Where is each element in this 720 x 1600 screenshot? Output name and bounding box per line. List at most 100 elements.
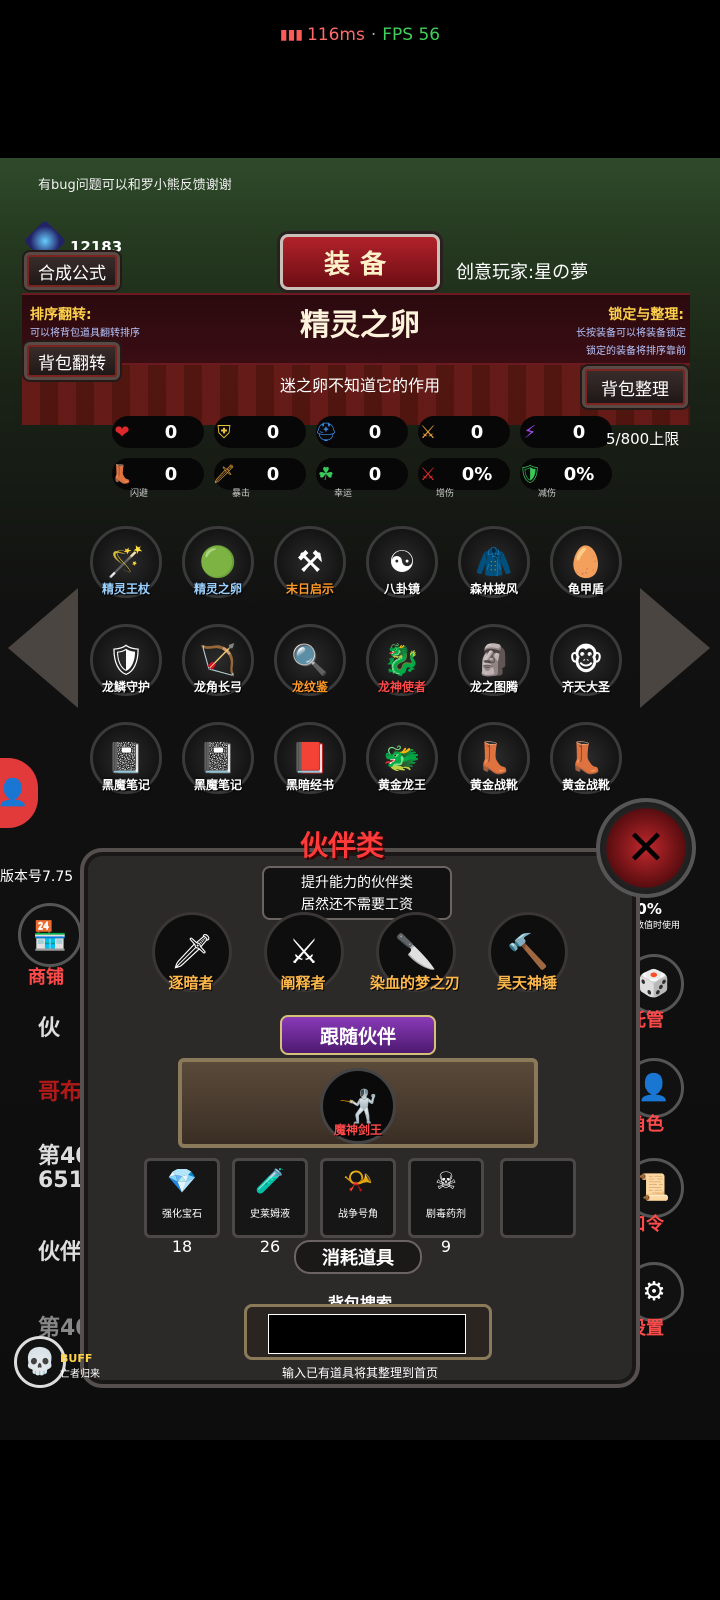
stat-value: 0% — [461, 463, 493, 485]
equipment-slot[interactable]: 🟢 精灵之卵 — [178, 526, 258, 606]
equipment-name: 黄金战靴 — [561, 778, 610, 792]
equipment-slot[interactable]: 📕 黑暗经书 — [270, 722, 350, 802]
stat-value: 0 — [266, 463, 280, 485]
consumable-name: 战争号角 — [338, 1209, 378, 1220]
next-page-arrow[interactable] — [640, 588, 710, 708]
equipment-slot[interactable]: ⚒ 末日启示 — [270, 526, 350, 606]
stat-value: 0 — [470, 421, 484, 443]
heart-icon: ❤ — [114, 421, 130, 443]
follow-companion-icon: 🤺 — [338, 1087, 378, 1125]
consumable-icon: 🧪 — [255, 1167, 285, 1195]
stat-armor: ⛨ 0 — [214, 416, 306, 448]
equipment-grid: 🪄 精灵王杖 🟢 精灵之卵 ⚒ 末日启示 ☯ 八卦镜 🧥 森林披风 🥚 龟甲盾 🛡 龙鳞守护 🏹 龙角长弓 🔍 龙… — [84, 520, 642, 820]
lock-info-sub2: 锁定的装备将排序靠前 — [586, 346, 686, 357]
shop-icon[interactable]: 🏪 — [18, 903, 82, 967]
stat-value: 0 — [368, 421, 382, 443]
stat-crit-blade: 🗡 0 暴击 — [213, 458, 306, 499]
stat-helmet: ⛑ 0 — [315, 416, 408, 448]
stat-heart: ❤ 0 — [112, 416, 204, 448]
consumable-slot[interactable]: 🧪 史莱姆液 26 — [232, 1158, 308, 1256]
prev-page-arrow[interactable] — [8, 588, 78, 708]
page-title: 装备 — [280, 234, 440, 290]
equipment-name: 龙神使者 — [377, 680, 426, 694]
consumable-name: 强化宝石 — [162, 1209, 202, 1220]
stat-label: 暴击 — [232, 489, 251, 499]
stat-label: 增伤 — [436, 489, 455, 499]
version-label: 版本号7.75 — [0, 869, 74, 885]
follow-companion-name: 魔神剑王 — [333, 1123, 382, 1137]
consumable-empty-slot[interactable] — [500, 1158, 576, 1238]
companion-name: 染血的梦之刃 — [369, 974, 460, 992]
equipment-slot[interactable]: 🏹 龙角长弓 — [178, 624, 258, 704]
fps-value: FPS 56 — [382, 25, 441, 45]
equipment-name: 末日启示 — [285, 582, 334, 596]
equipment-name: 黄金龙王 — [377, 778, 426, 792]
bag-flip-button[interactable]: 背包翻转 — [22, 340, 122, 382]
equipment-name: 齐天大圣 — [561, 680, 610, 694]
equipment-slot[interactable]: 🧥 森林披风 — [454, 526, 534, 606]
player-name: 创意玩家:星の夢 — [456, 262, 589, 283]
bg-text: 哥布 — [38, 1080, 83, 1105]
equipment-slot[interactable]: 🥚 龟甲盾 — [546, 526, 626, 606]
stat-lightning: ⚡ 0 — [520, 416, 612, 448]
equipment-slot[interactable]: 🔍 龙纹鉴 — [270, 624, 350, 704]
equipment-slot[interactable]: 🛡 龙鳞守护 — [86, 624, 166, 704]
equipment-name: 黑魔笔记 — [193, 778, 242, 792]
consumable-count: 18 — [171, 1237, 193, 1256]
equipment-name: 龙鳞守护 — [101, 680, 150, 694]
equipment-name: 黑魔笔记 — [101, 778, 150, 792]
shop-label[interactable]: 商铺 — [28, 963, 64, 989]
stat-value: 0 — [368, 463, 382, 485]
consumable-slot[interactable]: 📯战争号角13 — [320, 1158, 396, 1256]
equipment-slot[interactable]: 👢 黄金战靴 — [546, 722, 626, 802]
equipment-name: 黄金战靴 — [469, 778, 518, 792]
consumable-icon: 💎 — [167, 1167, 197, 1195]
equipment-name: 森林披风 — [469, 582, 518, 596]
sword-icon: ⚔ — [419, 421, 437, 443]
consumable-name: 剧毒药剂 — [426, 1209, 466, 1220]
equipment-slot[interactable]: 🐲 黄金龙王 — [362, 722, 442, 802]
notice-text: 有bug问题可以和罗小熊反馈谢谢 — [38, 178, 232, 193]
stat-crossed-swords: ⚔ 0% 增伤 — [418, 458, 510, 499]
bag-capacity: 5/800上限 — [606, 430, 680, 448]
companion-slot[interactable]: 🔨 昊天神锤 — [482, 912, 572, 1002]
companion-slot[interactable]: 🔪 染血的梦之刃 — [370, 912, 460, 1002]
stat-label: 闪避 — [130, 489, 149, 499]
equipment-slot[interactable]: 🐵 齐天大圣 — [546, 624, 626, 704]
close-button[interactable]: ✕ — [596, 798, 696, 898]
equipment-slot[interactable]: 🗿 龙之图腾 — [454, 624, 534, 704]
selected-item-name: 精灵之卵 — [300, 308, 420, 343]
buff-skull-icon[interactable]: 💀 — [14, 1336, 66, 1388]
bag-sort-button[interactable]: 背包整理 — [580, 364, 690, 410]
consumable-slot[interactable]: ☠ 剧毒药剂 9 — [408, 1158, 484, 1256]
ping-value: 116ms — [306, 25, 365, 45]
bg-text: 伙伴 — [38, 1240, 83, 1265]
consumable-icon: 📯 — [343, 1167, 373, 1195]
stat-value: 0 — [572, 421, 586, 443]
user-avatar-icon[interactable]: 👤 — [0, 758, 38, 828]
equipment-slot[interactable]: 📓 黑魔笔记 — [86, 722, 166, 802]
stat-value: 0% — [563, 463, 595, 485]
companion-slot[interactable]: ⚔ 阐释者 — [258, 912, 348, 1002]
bg-text: 伙 — [38, 1016, 61, 1041]
equipment-slot[interactable]: 👢 黄金战靴 — [454, 722, 534, 802]
status-bar: ▮▮▮ 116ms · FPS 56 — [0, 0, 720, 70]
close-icon: ✕ — [625, 820, 667, 876]
armor-icon: ⛨ — [217, 421, 231, 443]
companion-slot[interactable]: 🗡 逐暗者 — [146, 912, 236, 1002]
consumable-slot[interactable]: 💎 强化宝石 18 — [144, 1158, 220, 1256]
equipment-slot[interactable]: ☯ 八卦镜 — [362, 526, 442, 606]
lightning-icon: ⚡ — [523, 421, 537, 443]
synth-formula-button[interactable]: 合成公式 — [22, 250, 122, 292]
bag-search-input[interactable] — [268, 1314, 466, 1354]
equipment-slot[interactable]: 🐉 龙神使者 — [362, 624, 442, 704]
equipment-slot[interactable]: 📓 黑魔笔记 — [178, 722, 258, 802]
stat-boot: 👢 0 闪避 — [111, 458, 204, 499]
buff-sub: 亡者归来 — [60, 1369, 100, 1380]
bg-text: 651 — [38, 1168, 84, 1193]
equipment-name: 龙之图腾 — [469, 680, 518, 694]
buff-label: BUFF — [60, 1352, 93, 1365]
equipment-slot[interactable]: 🪄 精灵王杖 — [86, 526, 166, 606]
follow-companion-label: 跟随伙伴 — [280, 1015, 436, 1055]
consumables-label: 消耗道具 — [294, 1240, 422, 1274]
